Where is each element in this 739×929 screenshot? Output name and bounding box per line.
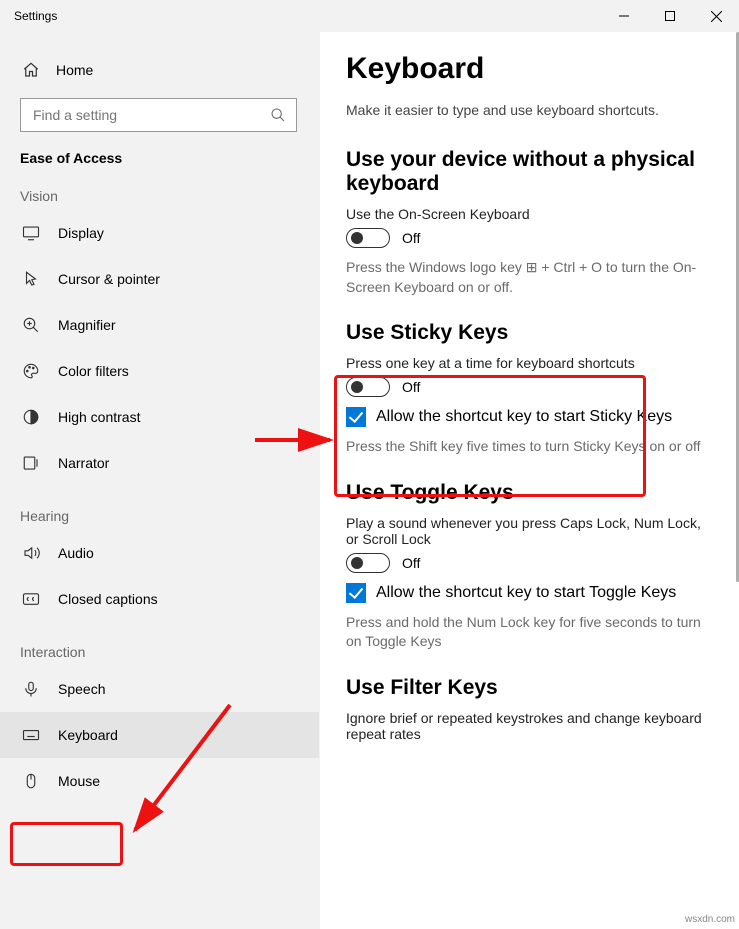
home-label: Home — [56, 62, 93, 78]
search-icon — [270, 107, 286, 123]
sticky-state: Off — [402, 379, 420, 395]
sidebar-item-display[interactable]: Display — [0, 210, 319, 256]
close-button[interactable] — [693, 0, 739, 32]
main-content: Keyboard Make it easier to type and use … — [320, 32, 739, 929]
cursor-icon — [22, 270, 40, 288]
togglekeys-shortcut-checkbox[interactable] — [346, 583, 366, 603]
togglekeys-label: Play a sound whenever you press Caps Loc… — [346, 515, 706, 547]
section-onscreen-title: Use your device without a physical keybo… — [346, 148, 709, 196]
titlebar: Settings — [0, 0, 739, 32]
magnifier-icon — [22, 316, 40, 334]
page-title: Keyboard — [346, 52, 709, 86]
onscreen-state: Off — [402, 230, 420, 246]
contrast-icon — [22, 408, 40, 426]
home-icon — [22, 61, 40, 79]
section-toggle-title: Use Toggle Keys — [346, 481, 709, 505]
sidebar-item-closedcaptions[interactable]: Closed captions — [0, 576, 319, 622]
sticky-shortcut-label: Allow the shortcut key to start Sticky K… — [376, 408, 672, 426]
sidebar: Home Ease of Access Vision Display Curso… — [0, 32, 320, 929]
mouse-icon — [22, 772, 40, 790]
section-sticky-title: Use Sticky Keys — [346, 321, 709, 345]
category-label: Ease of Access — [0, 140, 319, 166]
palette-icon — [22, 362, 40, 380]
sidebar-item-mouse[interactable]: Mouse — [0, 758, 319, 804]
togglekeys-hint: Press and hold the Num Lock key for five… — [346, 613, 709, 652]
search-box[interactable] — [20, 98, 297, 132]
narrator-icon — [22, 454, 40, 472]
onscreen-toggle[interactable] — [346, 228, 390, 248]
sidebar-item-audio[interactable]: Audio — [0, 530, 319, 576]
togglekeys-toggle[interactable] — [346, 553, 390, 573]
group-hearing: Hearing — [0, 486, 319, 530]
onscreen-hint: Press the Windows logo key ⊞ + Ctrl + O … — [346, 258, 709, 297]
onscreen-label: Use the On-Screen Keyboard — [346, 206, 709, 222]
sidebar-item-cursor[interactable]: Cursor & pointer — [0, 256, 319, 302]
sidebar-item-keyboard[interactable]: Keyboard — [0, 712, 319, 758]
sidebar-item-highcontrast[interactable]: High contrast — [0, 394, 319, 440]
section-filter-title: Use Filter Keys — [346, 676, 709, 700]
home-link[interactable]: Home — [0, 50, 319, 90]
sticky-shortcut-checkbox[interactable] — [346, 407, 366, 427]
audio-icon — [22, 544, 40, 562]
filter-label: Ignore brief or repeated keystrokes and … — [346, 710, 706, 742]
search-input[interactable] — [31, 106, 270, 124]
togglekeys-state: Off — [402, 555, 420, 571]
sticky-label: Press one key at a time for keyboard sho… — [346, 355, 709, 371]
keyboard-icon — [22, 726, 40, 744]
sidebar-item-magnifier[interactable]: Magnifier — [0, 302, 319, 348]
watermark: wsxdn.com — [685, 914, 735, 925]
sticky-hint: Press the Shift key five times to turn S… — [346, 437, 709, 457]
page-lead: Make it easier to type and use keyboard … — [346, 102, 709, 118]
sidebar-item-narrator[interactable]: Narrator — [0, 440, 319, 486]
togglekeys-shortcut-label: Allow the shortcut key to start Toggle K… — [376, 584, 676, 602]
minimize-button[interactable] — [601, 0, 647, 32]
group-interaction: Interaction — [0, 622, 319, 666]
mic-icon — [22, 680, 40, 698]
cc-icon — [22, 590, 40, 608]
window-title: Settings — [14, 9, 601, 23]
maximize-button[interactable] — [647, 0, 693, 32]
sidebar-item-speech[interactable]: Speech — [0, 666, 319, 712]
sidebar-item-colorfilters[interactable]: Color filters — [0, 348, 319, 394]
sticky-toggle[interactable] — [346, 377, 390, 397]
display-icon — [22, 224, 40, 242]
group-vision: Vision — [0, 166, 319, 210]
